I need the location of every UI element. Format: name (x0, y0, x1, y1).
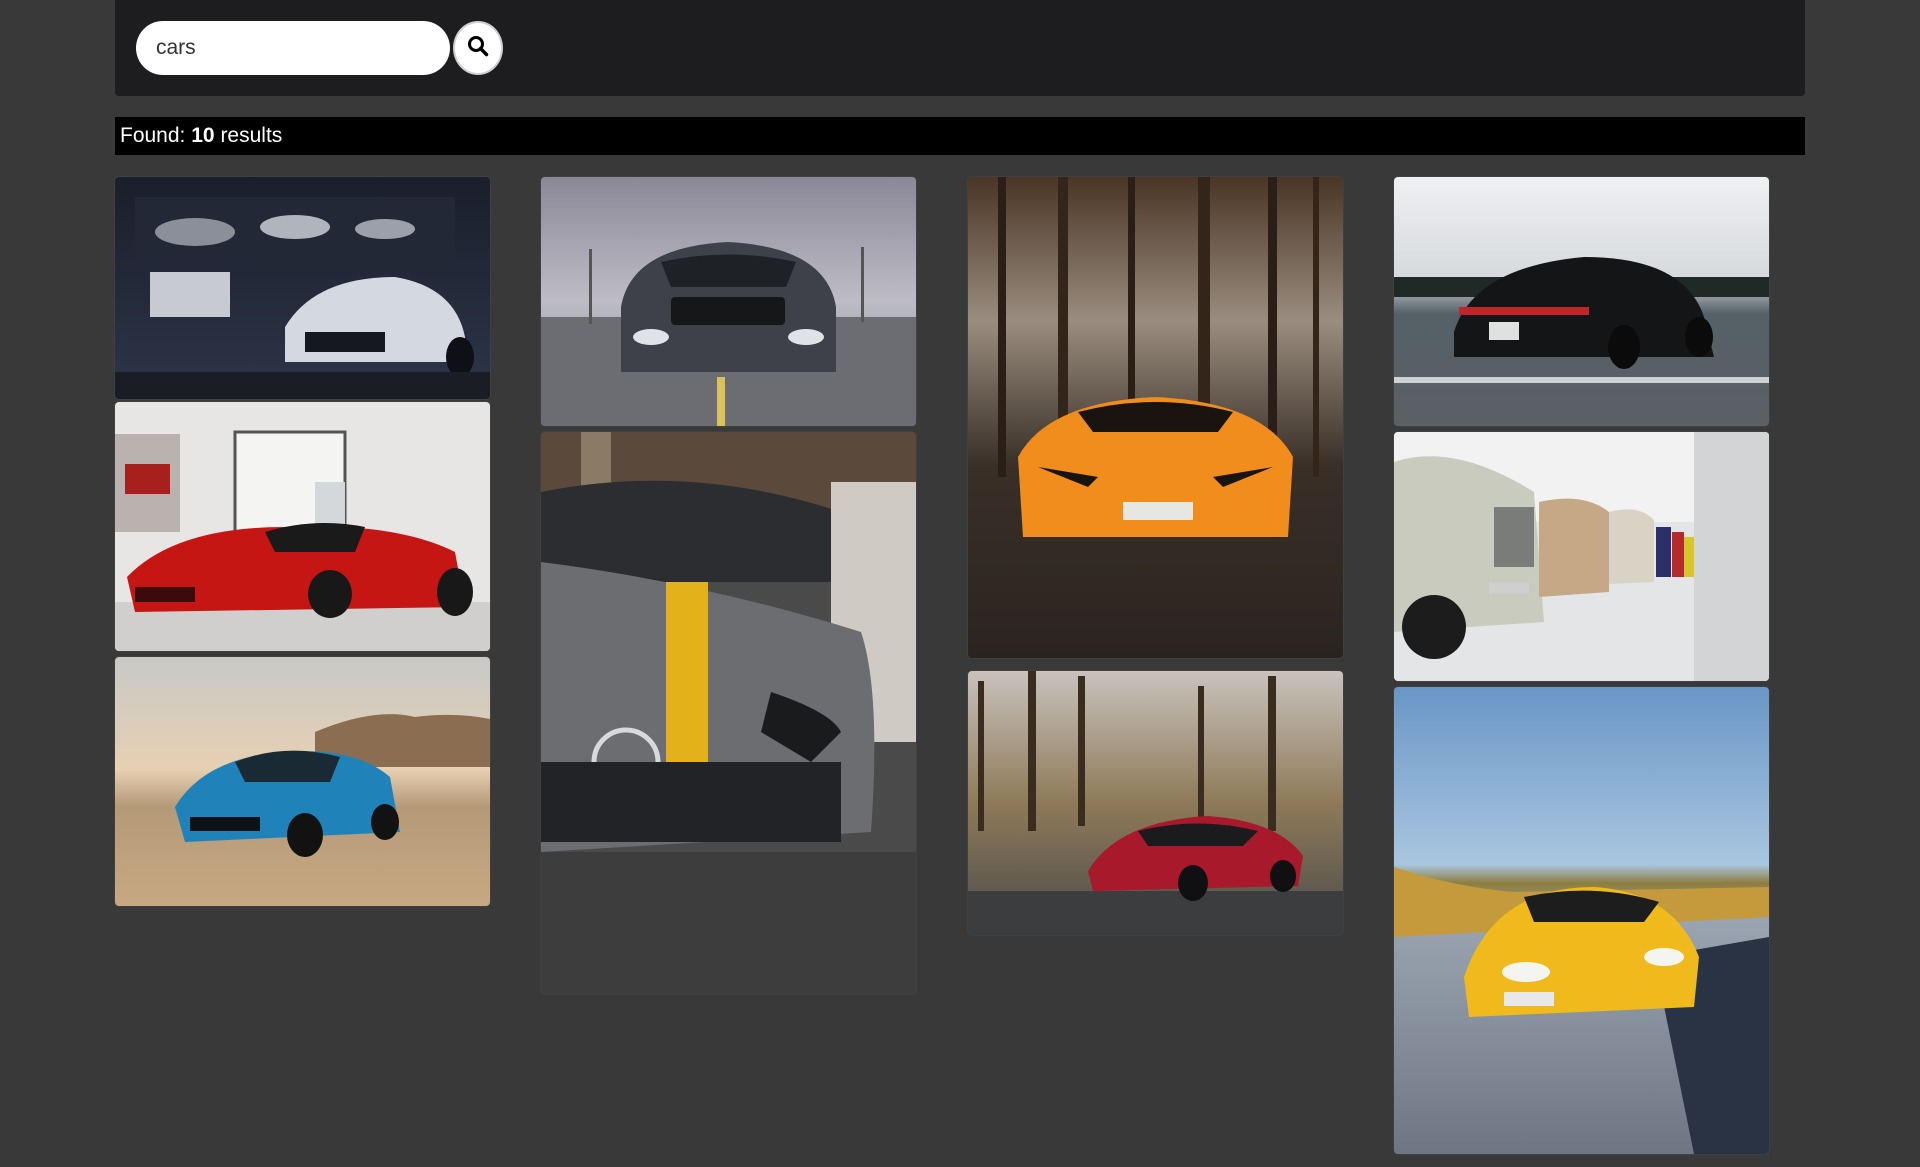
image-tile-orange-lamborghini[interactable] (968, 177, 1343, 658)
image-tile-black-porsche[interactable] (1394, 177, 1769, 426)
search-button[interactable] (453, 21, 503, 75)
image-tile-gray-mercedes-stripe[interactable] (541, 432, 916, 994)
image-tile-gray-mustang[interactable] (541, 177, 916, 426)
search-header (115, 0, 1805, 96)
results-prefix: Found: (120, 124, 186, 147)
search-input[interactable] (136, 21, 450, 75)
results-suffix: results (220, 124, 283, 147)
image-tile-yellow-mercedes-amg[interactable] (1394, 687, 1769, 1154)
image-tile-white-camaro[interactable] (115, 177, 490, 399)
results-count-bar: Found: 10 results (115, 117, 1805, 155)
image-tile-red-laferrari[interactable] (115, 402, 490, 651)
image-tile-red-mercedes-amg[interactable] (968, 671, 1343, 935)
image-tile-blue-camaro[interactable] (115, 657, 490, 906)
results-count: 10 (191, 124, 215, 147)
image-tile-classic-bmws[interactable] (1394, 432, 1769, 681)
search-icon (467, 35, 489, 62)
